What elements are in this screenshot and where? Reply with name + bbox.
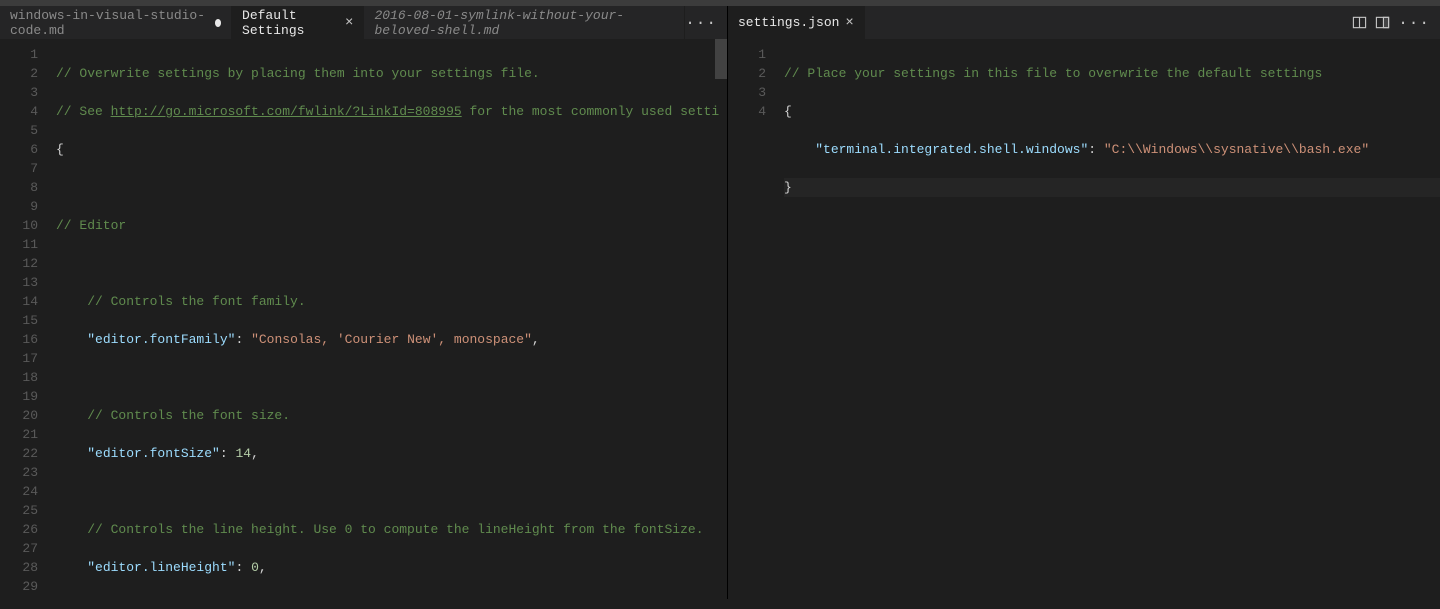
tab-symlink-shell[interactable]: 2016-08-01-symlink-without-your-beloved-… bbox=[364, 6, 685, 39]
line-number: 26 bbox=[0, 520, 56, 539]
right-gutter: 1 2 3 4 bbox=[728, 39, 784, 599]
tab-label: windows-in-visual-studio-code.md bbox=[10, 8, 209, 38]
line-number: 13 bbox=[0, 273, 56, 292]
tab-windows-in-visual-studio-code[interactable]: windows-in-visual-studio-code.md bbox=[0, 6, 232, 39]
line-number: 6 bbox=[0, 140, 56, 159]
line-number: 2 bbox=[0, 64, 56, 83]
line-number: 11 bbox=[0, 235, 56, 254]
line-number: 4 bbox=[728, 102, 784, 121]
left-editor-pane: windows-in-visual-studio-code.md Default… bbox=[0, 6, 728, 599]
line-number: 16 bbox=[0, 330, 56, 349]
code-text: // Controls the font size. bbox=[56, 408, 290, 423]
line-number: 24 bbox=[0, 482, 56, 501]
line-number: 21 bbox=[0, 425, 56, 444]
line-number: 4 bbox=[0, 102, 56, 121]
close-icon[interactable]: × bbox=[845, 15, 853, 31]
tab-default-settings[interactable]: Default Settings × bbox=[232, 6, 364, 39]
code-text: , bbox=[532, 332, 540, 347]
code-text: "editor.fontFamily" bbox=[87, 332, 235, 347]
right-editor-pane: settings.json × ··· 1 2 3 4 // Place you… bbox=[728, 6, 1440, 599]
line-number: 15 bbox=[0, 311, 56, 330]
scrollbar[interactable] bbox=[715, 39, 727, 599]
code-text: "Consolas, 'Courier New', monospace" bbox=[251, 332, 532, 347]
tab-label: 2016-08-01-symlink-without-your-beloved-… bbox=[374, 8, 674, 38]
line-number: 14 bbox=[0, 292, 56, 311]
line-number: 12 bbox=[0, 254, 56, 273]
code-text: "C:\\Windows\\sysnative\\bash.exe" bbox=[1104, 142, 1369, 157]
line-number: 27 bbox=[0, 539, 56, 558]
line-number: 2 bbox=[728, 64, 784, 83]
line-number: 29 bbox=[0, 577, 56, 596]
code-text: "editor.fontSize" bbox=[87, 446, 220, 461]
tab-settings-json[interactable]: settings.json × bbox=[728, 6, 865, 39]
code-text: : bbox=[1088, 142, 1104, 157]
line-number: 18 bbox=[0, 368, 56, 387]
more-actions-icon[interactable]: ··· bbox=[685, 14, 717, 32]
more-actions-icon[interactable]: ··· bbox=[1398, 14, 1430, 32]
right-tabs-row: settings.json × ··· bbox=[728, 6, 1440, 39]
line-number: 22 bbox=[0, 444, 56, 463]
code-text: : bbox=[235, 560, 251, 575]
line-number: 17 bbox=[0, 349, 56, 368]
code-text: // Controls the font family. bbox=[56, 294, 306, 309]
code-text: : bbox=[235, 332, 251, 347]
line-number: 3 bbox=[0, 83, 56, 102]
code-text: // See bbox=[56, 104, 111, 119]
code-text: { bbox=[784, 104, 792, 119]
code-text: 0 bbox=[251, 560, 259, 575]
code-text: { bbox=[56, 142, 64, 157]
line-number: 20 bbox=[0, 406, 56, 425]
right-tab-actions: ··· bbox=[1352, 14, 1440, 32]
code-text: "editor.lineHeight" bbox=[87, 560, 235, 575]
code-text: "terminal.integrated.shell.windows" bbox=[815, 142, 1088, 157]
code-text: , bbox=[251, 446, 259, 461]
left-tabs-row: windows-in-visual-studio-code.md Default… bbox=[0, 6, 727, 39]
docs-link[interactable]: http://go.microsoft.com/fwlink/?LinkId=8… bbox=[111, 104, 462, 119]
line-number: 9 bbox=[0, 197, 56, 216]
line-number: 28 bbox=[0, 558, 56, 577]
line-number: 10 bbox=[0, 216, 56, 235]
code-text: for the most commonly used setti bbox=[462, 104, 719, 119]
toggle-layout-icon[interactable] bbox=[1375, 15, 1390, 30]
code-text: // Overwrite settings by placing them in… bbox=[56, 66, 540, 81]
status-bar bbox=[0, 599, 1440, 609]
close-icon[interactable]: × bbox=[345, 15, 353, 31]
line-number: 5 bbox=[0, 121, 56, 140]
code-text: // Controls the line height. Use 0 to co… bbox=[56, 522, 704, 537]
right-code[interactable]: // Place your settings in this file to o… bbox=[784, 39, 1440, 599]
left-editor[interactable]: 1 2 3 4 5 6 7 8 9 10 11 12 13 14 15 16 1… bbox=[0, 39, 727, 599]
right-editor[interactable]: 1 2 3 4 // Place your settings in this f… bbox=[728, 39, 1440, 599]
left-tab-actions: ··· bbox=[685, 14, 727, 32]
code-text: , bbox=[259, 560, 267, 575]
editor-split: windows-in-visual-studio-code.md Default… bbox=[0, 6, 1440, 599]
tab-label: settings.json bbox=[738, 15, 839, 30]
left-code[interactable]: // Overwrite settings by placing them in… bbox=[56, 39, 727, 599]
line-number: 3 bbox=[728, 83, 784, 102]
tab-label: Default Settings bbox=[242, 8, 339, 38]
dirty-indicator-icon bbox=[215, 19, 221, 27]
line-number: 25 bbox=[0, 501, 56, 520]
line-number: 7 bbox=[0, 159, 56, 178]
code-text: // Place your settings in this file to o… bbox=[784, 66, 1322, 81]
code-text: 14 bbox=[235, 446, 251, 461]
line-number: 23 bbox=[0, 463, 56, 482]
line-number: 8 bbox=[0, 178, 56, 197]
line-number: 19 bbox=[0, 387, 56, 406]
split-editor-icon[interactable] bbox=[1352, 15, 1367, 30]
code-text: } bbox=[784, 180, 792, 195]
left-gutter: 1 2 3 4 5 6 7 8 9 10 11 12 13 14 15 16 1… bbox=[0, 39, 56, 599]
code-text: : bbox=[220, 446, 236, 461]
line-number: 1 bbox=[728, 45, 784, 64]
code-text: // Editor bbox=[56, 218, 126, 233]
line-number: 1 bbox=[0, 45, 56, 64]
